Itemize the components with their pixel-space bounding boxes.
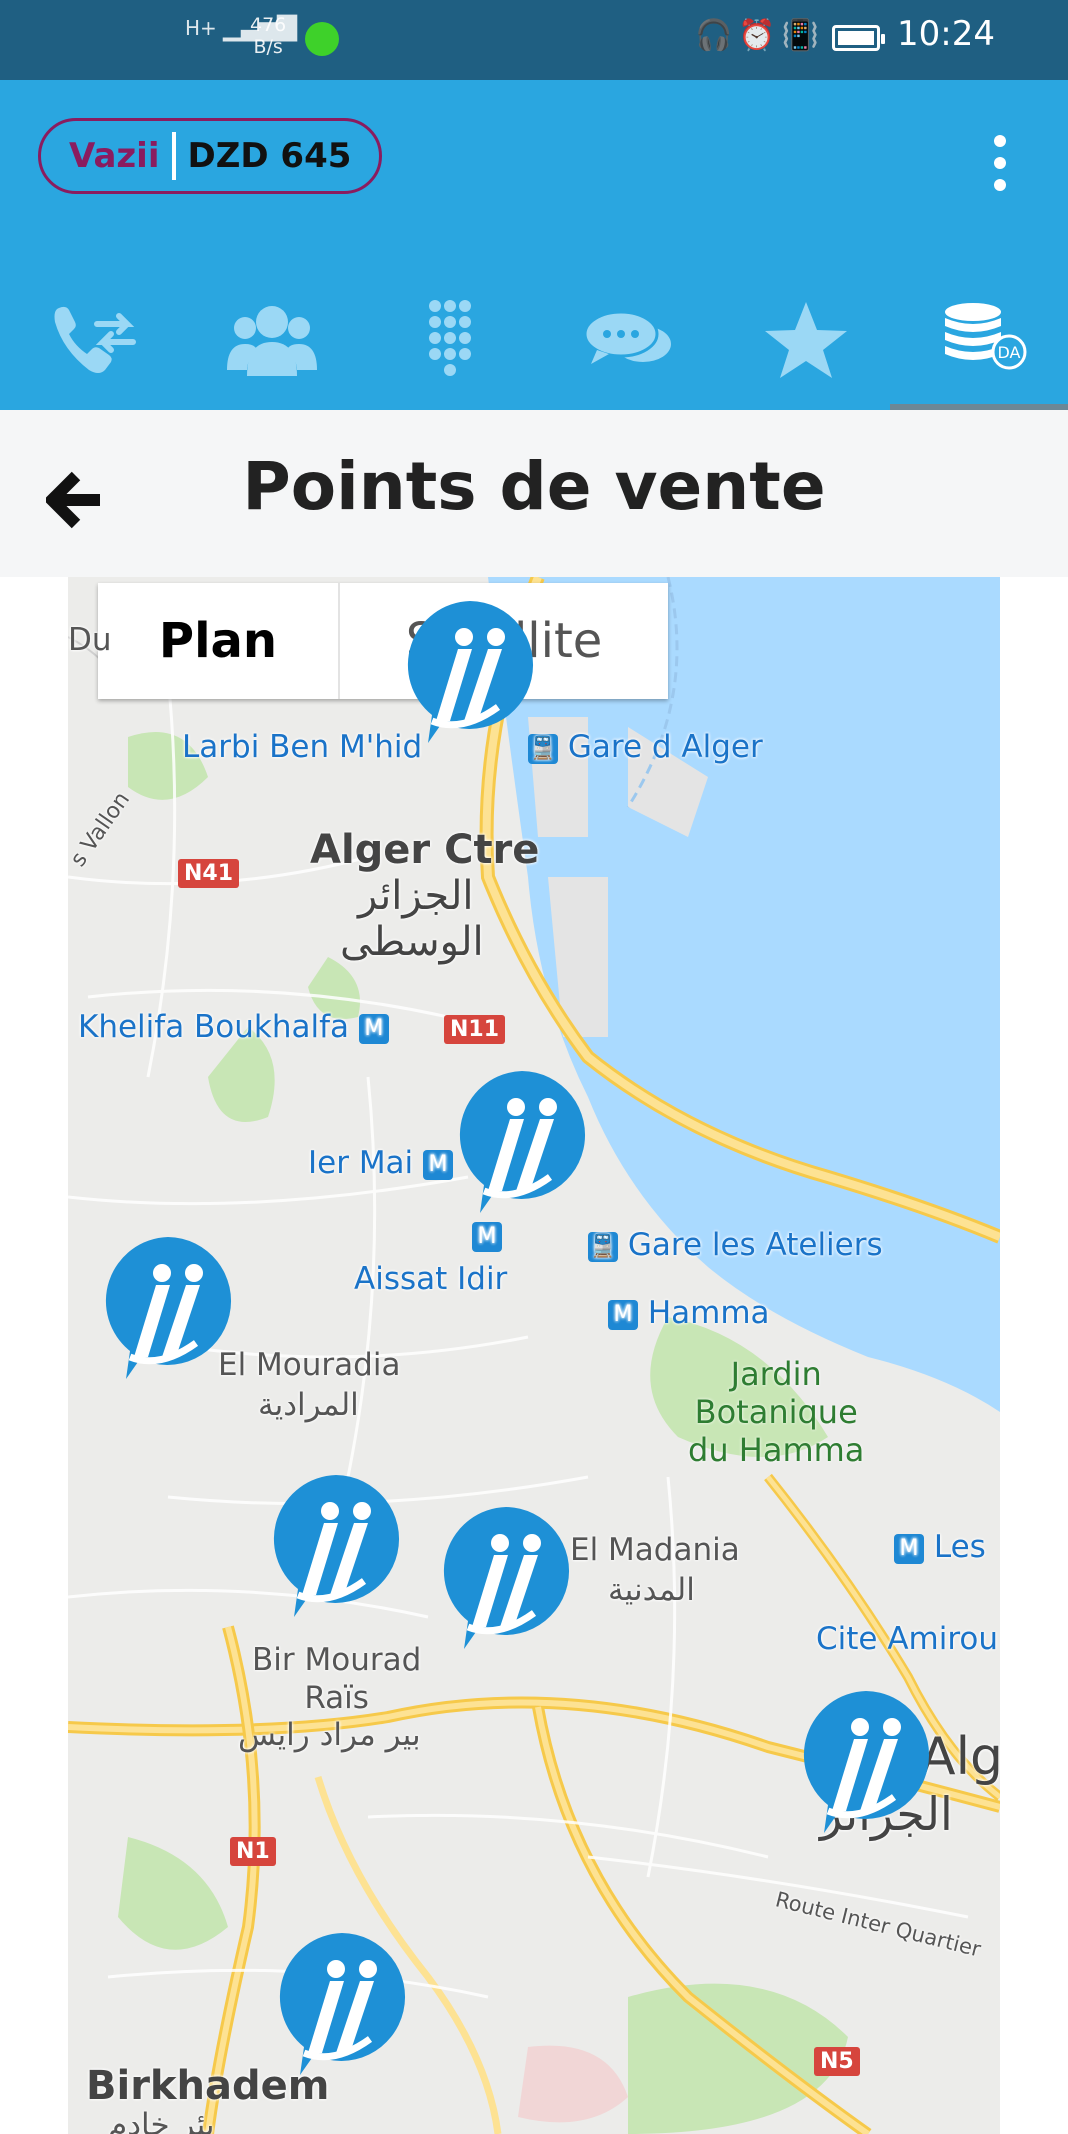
page-title: Points de vente xyxy=(242,448,826,525)
contacts-icon xyxy=(227,306,317,376)
map-label-alger-centre-ar1: الجزائر xyxy=(358,873,474,919)
metro-icon: M xyxy=(423,1149,454,1180)
map-label-ier-mai-text: Ier Mai xyxy=(308,1145,414,1181)
metro-icon: M xyxy=(608,1299,638,1330)
alarm-icon: ⏰ xyxy=(738,18,782,53)
currency-badge: DA xyxy=(998,343,1021,362)
tab-favorites[interactable] xyxy=(712,270,890,410)
map-label-mouradia: El Mouradia xyxy=(218,1347,401,1383)
map-label-birkhadem-ar: بئر خادم xyxy=(108,2107,215,2134)
map-label-cite-amirouche: Cite Amirou xyxy=(816,1621,999,1657)
balance-coins-icon: DA xyxy=(945,303,1027,370)
network-type: H+ xyxy=(185,16,217,40)
map-type-toggle: Plan Satellite xyxy=(98,583,668,699)
map-label-gare-alger-text: Gare d Alger xyxy=(567,729,763,765)
call-transfer-icon xyxy=(54,306,136,373)
map-label-larbi: Larbi Ben M'hid xyxy=(182,729,423,765)
status-bar: H+ ▁▃▅▇ 476 B/s 🎧⏰📳 10:24 xyxy=(0,0,1068,80)
chat-icon xyxy=(583,310,671,364)
map-label-bir-mourad: Bir Mourad Raïs xyxy=(252,1642,422,1716)
road-badge-n11: N11 xyxy=(444,1015,506,1044)
map-label-aissat-metro: M xyxy=(472,1217,502,1253)
map-label-gare-alger: 🚆 Gare d Alger xyxy=(528,729,763,765)
status-clock: 10:24 xyxy=(897,14,995,54)
point-of-sale-pin-icon[interactable] xyxy=(402,597,538,747)
vibrate-icon: 📳 xyxy=(781,18,826,53)
map-label-les: M Les xyxy=(894,1529,986,1565)
battery-icon xyxy=(832,25,885,51)
network-speed-unit: B/s xyxy=(253,36,283,58)
metro-icon: M xyxy=(472,1221,502,1252)
point-of-sale-pin-icon[interactable] xyxy=(274,1929,410,2079)
map-label-gare-ateliers-text: Gare les Ateliers xyxy=(627,1227,883,1263)
network-speed-value: 476 xyxy=(250,14,287,36)
metro-icon: M xyxy=(358,1013,389,1044)
network-speed: 476 B/s xyxy=(250,14,286,58)
map-label-madania-ar: المدنية xyxy=(608,1572,695,1608)
balance-divider xyxy=(171,132,176,180)
map-label-khelifa: Khelifa Boukhalfa M xyxy=(78,1009,389,1045)
tab-call-transfer[interactable] xyxy=(0,270,178,410)
map-label-alger-centre-ar2: الوسطى xyxy=(340,919,484,965)
road-badge-n1: N1 xyxy=(230,1837,276,1866)
more-vert-icon[interactable] xyxy=(985,135,1015,195)
map-label-madania: El Madania xyxy=(570,1532,740,1568)
train-icon: 🚆 xyxy=(588,1231,618,1262)
point-of-sale-pin-icon[interactable] xyxy=(798,1687,934,1837)
map-label-les-text: Les xyxy=(933,1529,986,1565)
road-badge-n41: N41 xyxy=(178,859,240,888)
notification-dot-icon xyxy=(305,22,339,56)
tab-contacts[interactable] xyxy=(178,270,356,410)
headset-icon: 🎧 xyxy=(695,18,739,53)
status-icons: 🎧⏰📳 xyxy=(695,18,825,53)
page-header: Points de vente xyxy=(0,410,1068,577)
point-of-sale-pin-icon[interactable] xyxy=(454,1067,590,1217)
map-label-hamma: M Hamma xyxy=(608,1295,770,1331)
map-label-alger-centre: Alger Ctre xyxy=(310,827,540,873)
map-type-plan[interactable]: Plan xyxy=(98,583,340,699)
tab-chat[interactable] xyxy=(534,270,712,410)
map-view[interactable]: Plan Satellite Du Larbi Ben M'hid 🚆 Gare… xyxy=(68,577,1000,2134)
point-of-sale-pin-icon[interactable] xyxy=(438,1503,574,1653)
map-label-gare-ateliers: 🚆 Gare les Ateliers xyxy=(588,1227,883,1263)
point-of-sale-pin-icon[interactable] xyxy=(268,1471,404,1621)
tab-bar: DA xyxy=(0,270,1068,410)
tab-balance[interactable]: DA xyxy=(890,270,1068,410)
road-badge-n5: N5 xyxy=(814,2047,860,2076)
map-label-mouradia-ar: المرادية xyxy=(258,1387,359,1423)
point-of-sale-pin-icon[interactable] xyxy=(100,1233,236,1383)
brand-name: Vazii xyxy=(69,136,160,176)
map-label-ier-mai: Ier Mai M xyxy=(308,1145,454,1181)
map-label-jardin: Jardin Botanique du Hamma xyxy=(688,1355,865,1469)
favorites-star-icon xyxy=(765,302,847,378)
balance-pill[interactable]: Vazii DZD 645 xyxy=(38,118,382,194)
map-label-khelifa-text: Khelifa Boukhalfa xyxy=(78,1009,350,1045)
app-bar: Vazii DZD 645 DA xyxy=(0,80,1068,410)
map-label-bir-mourad-ar: بير مراد رايس xyxy=(238,1717,421,1753)
map-label-aissat: Aissat Idir xyxy=(354,1261,508,1297)
map-label-du: Du xyxy=(68,622,112,658)
dialpad-icon xyxy=(429,300,471,376)
metro-icon: M xyxy=(894,1533,924,1564)
map-label-hamma-text: Hamma xyxy=(647,1295,770,1331)
tab-dialpad[interactable] xyxy=(356,270,534,410)
balance-amount: DZD 645 xyxy=(187,136,352,176)
